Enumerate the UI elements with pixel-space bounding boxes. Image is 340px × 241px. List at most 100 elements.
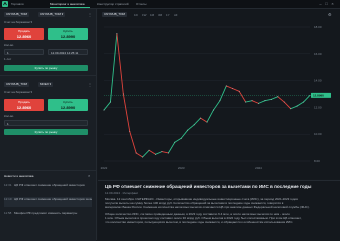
- price-segment: [109, 33, 118, 103]
- list-item[interactable]: 11:58 Минфин РФ предложил изменить парам…: [4, 211, 92, 221]
- price-point: [206, 121, 208, 123]
- price-point: [148, 149, 150, 151]
- tab-reports[interactable]: Отчеты: [136, 2, 146, 6]
- price-segment: [122, 93, 131, 132]
- price-segment: [264, 98, 272, 102]
- news-time: 11:58: [4, 211, 12, 215]
- price-segment: [129, 131, 137, 154]
- buy-button-2[interactable]: Купить 12.8990: [48, 99, 88, 111]
- more-icon-2[interactable]: ⋮: [88, 82, 92, 87]
- x-tick-label: 2023: [178, 166, 185, 170]
- ticker-select[interactable]: CNYRUB_TOM: [4, 12, 29, 17]
- price-point: [116, 33, 118, 35]
- tab-trading[interactable]: Торговля: [11, 2, 24, 6]
- divider: [0, 75, 96, 76]
- news-article-panel: ЦБ РФ отмечает снижение обращений инвест…: [98, 180, 340, 241]
- price-point: [129, 131, 131, 132]
- price-point: [303, 101, 304, 103]
- price-segment: [270, 96, 279, 100]
- price-segment: [277, 96, 285, 103]
- price-point: [296, 105, 298, 107]
- chart-tf-1w[interactable]: 1W: [142, 13, 147, 17]
- news-time: 12:31: [4, 183, 12, 187]
- article-headline: ЦБ РФ отмечает снижение обращений инвест…: [105, 184, 312, 189]
- y-tick-label: 12.00: [314, 105, 322, 109]
- price-segment: [174, 137, 182, 143]
- price-point: [277, 96, 279, 98]
- submit-order-button-1[interactable]: Купить по рынку: [4, 65, 88, 71]
- chart-tf-all[interactable]: All: [174, 13, 177, 17]
- news-text: Минфин РФ предложил изменить параметры: [14, 211, 78, 215]
- price-segment: [148, 149, 156, 155]
- price-segment: [155, 151, 163, 155]
- price-point: [225, 85, 227, 87]
- close-news-icon[interactable]: ×: [88, 173, 90, 178]
- price-segment: [187, 124, 195, 131]
- sell-button-1[interactable]: Продать 12.8960: [4, 28, 44, 40]
- more-icon[interactable]: ⋮: [88, 12, 92, 17]
- chart-tf-1m[interactable]: 1M: [150, 13, 154, 17]
- price-point: [238, 90, 240, 92]
- price-segment: [212, 100, 221, 111]
- close-icon[interactable]: ×: [330, 1, 335, 6]
- price-point: [245, 101, 247, 103]
- price-point: [232, 88, 234, 90]
- price-segment: [200, 117, 208, 123]
- price-segment: [258, 100, 266, 104]
- qty-label-2: Кол-во: [4, 114, 14, 118]
- qty-input-1[interactable]: 1: [4, 49, 44, 55]
- price-point: [155, 153, 156, 155]
- chart-ticker[interactable]: CNYRUB_TOM: [102, 12, 127, 17]
- minimize-icon[interactable]: –: [318, 1, 323, 6]
- price-point: [213, 109, 214, 111]
- price-point: [122, 93, 124, 95]
- maximize-icon[interactable]: □: [324, 1, 329, 6]
- list-item[interactable]: 12:10 ЦБ РФ отмечает снижение обращений …: [4, 197, 92, 207]
- price-segment: [193, 117, 202, 126]
- qty-input-2[interactable]: 1: [4, 120, 88, 126]
- account-label-1[interactable]: Счет на биржевом ▾: [4, 20, 32, 25]
- price-segment: [283, 101, 292, 110]
- account-label-2[interactable]: Счет на биржевом ▾: [4, 90, 32, 95]
- price-point: [200, 117, 201, 119]
- buy-price: 12.8990: [60, 34, 76, 39]
- news-time: 12:10: [4, 197, 12, 201]
- price-segment: [219, 85, 227, 102]
- price-segment: [135, 152, 144, 158]
- price-point: [110, 101, 111, 103]
- price-chart[interactable]: 18.00 16.00 14.00 12.00 10.00 8.00 2022 2023 202…: [98, 21, 340, 179]
- x-tick-label: 2024: [255, 166, 262, 170]
- chart-tf-1y[interactable]: 1Y: [166, 13, 170, 17]
- price-point: [142, 156, 144, 158]
- news-list-title: Новости и аналитика: [4, 174, 34, 178]
- price-point: [270, 98, 272, 100]
- x-tick-label: 2022: [101, 166, 108, 170]
- price-point: [193, 124, 195, 126]
- price-point: [187, 129, 189, 131]
- chart-tf-1d[interactable]: 1D: [134, 13, 138, 17]
- sell-button-2[interactable]: Продать 12.8960: [4, 99, 44, 111]
- active-tab-indicator: [50, 7, 90, 8]
- y-tick-label: 14.00: [314, 79, 322, 83]
- tab-monitoring[interactable]: Мониторинг и аналитика: [50, 2, 85, 6]
- price-segment: [238, 90, 247, 103]
- list-item[interactable]: 12:31 ЦБ РФ отмечает снижение обращений …: [4, 183, 92, 193]
- chart-settings-icon[interactable]: ⚙: [328, 12, 332, 17]
- exchange-select-2[interactable]: MOEX ▾: [38, 82, 54, 87]
- chart-tf-3m[interactable]: 3M: [158, 13, 162, 17]
- price-point: [135, 152, 137, 154]
- buy-button-1[interactable]: Купить 12.8990: [48, 28, 88, 40]
- article-paragraph: что количество инвесторов, пользующихся …: [105, 220, 294, 224]
- price-point: [161, 151, 163, 153]
- price-point: [180, 137, 182, 139]
- top-bar: Торговля Мониторинг и аналитика Конструк…: [0, 0, 340, 9]
- exchange-select[interactable]: CNYRUB_TOM ▾: [38, 12, 66, 17]
- price-segment: [232, 88, 240, 92]
- submit-order-button-2[interactable]: Купить по рынку: [4, 129, 88, 135]
- price-segment: [225, 85, 234, 90]
- date-input-1[interactable]: 12.09.2024 14:25:11: [48, 49, 88, 55]
- tab-strategy-builder[interactable]: Конструктор стратегий: [97, 2, 129, 6]
- ticker-select-2[interactable]: CNYRUB_TOM: [4, 82, 29, 87]
- price-segment: [103, 101, 111, 111]
- lot-label-1: 1 лот: [4, 57, 12, 61]
